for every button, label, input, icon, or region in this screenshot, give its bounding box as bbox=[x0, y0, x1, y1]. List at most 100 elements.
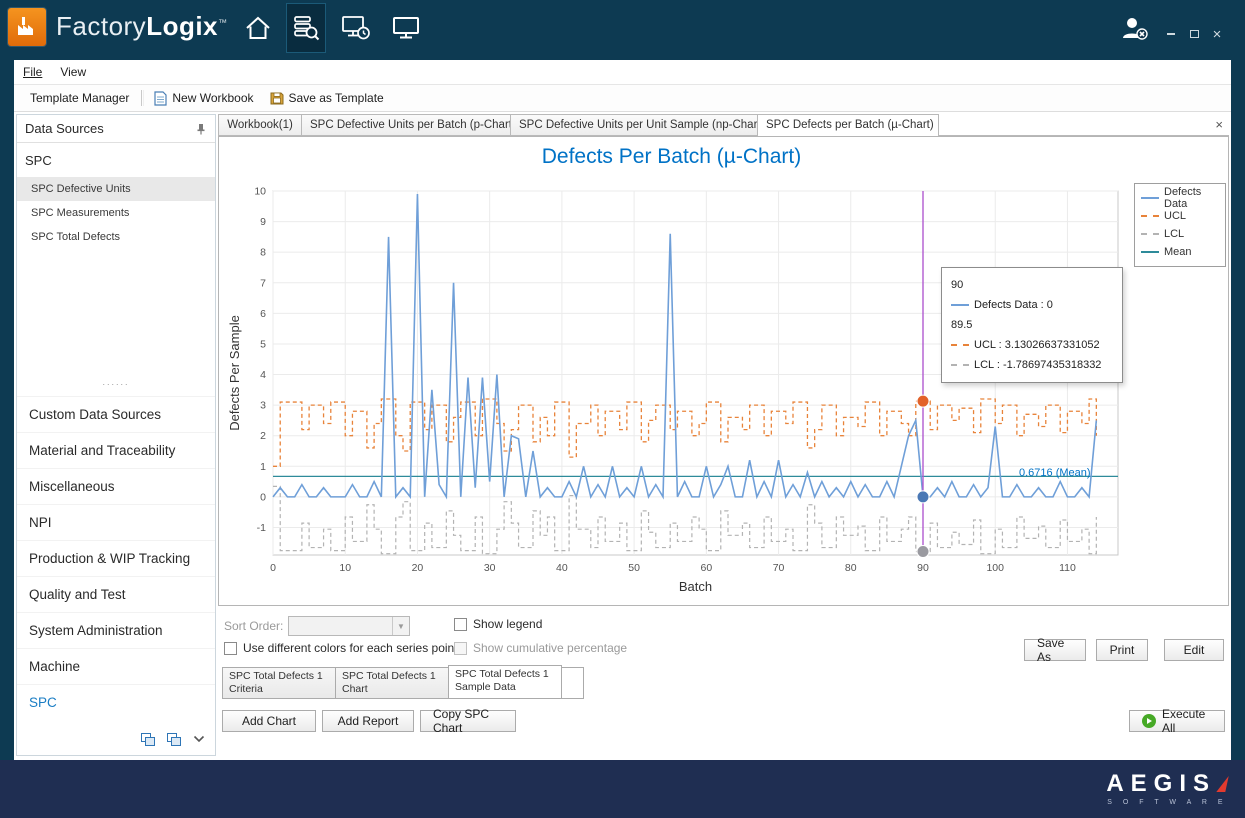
svg-text:2: 2 bbox=[260, 430, 266, 442]
pin-icon[interactable] bbox=[195, 123, 207, 135]
title-bar: FactoryLogix™ bbox=[0, 0, 1245, 55]
save-as-button[interactable]: Save As bbox=[1024, 639, 1086, 661]
legend-defects: Defects Data bbox=[1141, 189, 1219, 207]
svg-text:5: 5 bbox=[260, 338, 266, 350]
tabstrip-close-icon[interactable]: × bbox=[1215, 119, 1223, 131]
spc-chart[interactable]: -10123456789100102030405060708090100110B… bbox=[225, 177, 1130, 602]
svg-text:50: 50 bbox=[628, 562, 640, 574]
show-legend-label: Show legend bbox=[473, 617, 542, 631]
tooltip-lcl-value: LCL : -1.78697435318332 bbox=[974, 355, 1101, 375]
menu-view[interactable]: View bbox=[51, 61, 95, 83]
execute-all-button[interactable]: Execute All bbox=[1129, 710, 1225, 732]
data-sources-sidebar: Data Sources SPC SPC Defective Units SPC… bbox=[16, 114, 216, 756]
tab-workbook[interactable]: Workbook(1) bbox=[218, 114, 302, 135]
nav-production-wip[interactable]: Production & WIP Tracking bbox=[17, 540, 215, 576]
new-workbook-button[interactable]: New Workbook bbox=[146, 88, 261, 109]
execute-icon bbox=[1142, 714, 1156, 728]
tab-np-chart[interactable]: SPC Defective Units per Unit Sample (np-… bbox=[510, 114, 758, 135]
user-logout-icon bbox=[1120, 14, 1150, 44]
chart-panel: Defects Per Batch (µ-Chart) -10123456789… bbox=[218, 136, 1229, 606]
legend-mean-label: Mean bbox=[1164, 246, 1192, 258]
home-button[interactable] bbox=[238, 8, 278, 48]
svg-text:10: 10 bbox=[339, 562, 351, 574]
menu-bar: File View bbox=[14, 60, 1231, 85]
nav-npi[interactable]: NPI bbox=[17, 504, 215, 540]
bottom-bar: AEGIS S O F T W A R E bbox=[0, 760, 1245, 818]
sidebar-splitter[interactable]: ...... bbox=[17, 378, 215, 390]
execute-all-label: Execute All bbox=[1162, 707, 1212, 735]
minimize-button[interactable] bbox=[1162, 26, 1180, 42]
toolbar: Template Manager New Workbook Save as Te… bbox=[14, 85, 1231, 112]
legend-ucl-swatch bbox=[1141, 215, 1159, 217]
designer-button[interactable] bbox=[336, 8, 376, 48]
subtab-sample-data-line2: Sample Data bbox=[455, 681, 555, 694]
subtab-criteria[interactable]: SPC Total Defects 1 Criteria bbox=[222, 667, 336, 699]
sidebar-item-spc-total-defects[interactable]: SPC Total Defects bbox=[17, 225, 215, 249]
legend-ucl-label: UCL bbox=[1164, 210, 1186, 222]
sidebar-item-list: SPC Defective Units SPC Measurements SPC… bbox=[17, 177, 215, 249]
add-report-button[interactable]: Add Report bbox=[322, 710, 414, 732]
svg-text:80: 80 bbox=[845, 562, 857, 574]
svg-text:7: 7 bbox=[260, 277, 266, 289]
print-button[interactable]: Print bbox=[1096, 639, 1148, 661]
save-icon bbox=[270, 91, 284, 105]
toolbar-separator bbox=[141, 90, 142, 106]
close-button[interactable]: × bbox=[1208, 26, 1226, 42]
nav-custom-data-sources[interactable]: Custom Data Sources bbox=[17, 396, 215, 432]
diff-colors-checkbox[interactable]: Use different colors for each series poi… bbox=[224, 641, 458, 655]
diff-colors-label: Use different colors for each series poi… bbox=[243, 641, 458, 655]
save-as-template-button[interactable]: Save as Template bbox=[262, 88, 392, 108]
edit-button[interactable]: Edit bbox=[1164, 639, 1224, 661]
tab-p-chart[interactable]: SPC Defective Units per Batch (p-Chart) bbox=[301, 114, 511, 135]
mean-annotation: 0.6716 (Mean) bbox=[1019, 467, 1091, 479]
add-chart-button[interactable]: Add Chart bbox=[222, 710, 316, 732]
tile-windows-icon[interactable] bbox=[167, 733, 181, 746]
sidebar-section-spc[interactable]: SPC bbox=[25, 153, 52, 168]
subtab-chart-line1: SPC Total Defects 1 bbox=[342, 670, 442, 683]
nav-spc[interactable]: SPC bbox=[17, 684, 215, 720]
content-panel: File View Template Manager New Workbook bbox=[14, 60, 1231, 760]
monitor-button[interactable] bbox=[386, 8, 426, 48]
sort-order-combo[interactable]: ▼ bbox=[288, 616, 410, 636]
svg-text:110: 110 bbox=[1059, 562, 1076, 574]
aegis-logo: AEGIS S O F T W A R E bbox=[1106, 770, 1227, 806]
tab-u-chart[interactable]: SPC Defects per Batch (µ-Chart) bbox=[757, 114, 939, 136]
svg-text:9: 9 bbox=[260, 216, 266, 228]
chevron-down-icon[interactable] bbox=[193, 735, 205, 743]
maximize-button[interactable] bbox=[1185, 26, 1203, 42]
subtab-sample-data[interactable]: SPC Total Defects 1 Sample Data bbox=[448, 665, 562, 699]
menu-file[interactable]: File bbox=[14, 61, 51, 83]
logout-button[interactable] bbox=[1118, 12, 1152, 46]
nav-miscellaneous[interactable]: Miscellaneous bbox=[17, 468, 215, 504]
home-icon bbox=[244, 15, 272, 41]
subtab-sample-data-line1: SPC Total Defects 1 bbox=[455, 668, 555, 681]
nav-quality-test[interactable]: Quality and Test bbox=[17, 576, 215, 612]
legend-mean-swatch bbox=[1141, 251, 1159, 253]
cumulative-checkbox: Show cumulative percentage bbox=[454, 641, 627, 655]
analytics-button[interactable] bbox=[286, 3, 326, 53]
subtab-stub bbox=[560, 667, 584, 699]
svg-text:20: 20 bbox=[412, 562, 424, 574]
database-search-icon bbox=[292, 14, 320, 42]
cascade-windows-icon[interactable] bbox=[141, 733, 155, 746]
sidebar-header: Data Sources bbox=[17, 115, 215, 143]
show-legend-box[interactable] bbox=[454, 618, 467, 631]
sidebar-item-spc-measurements[interactable]: SPC Measurements bbox=[17, 201, 215, 225]
sidebar-item-spc-defective-units[interactable]: SPC Defective Units bbox=[17, 177, 215, 201]
nav-machine[interactable]: Machine bbox=[17, 648, 215, 684]
subtab-chart[interactable]: SPC Total Defects 1 Chart bbox=[335, 667, 449, 699]
nav-system-administration[interactable]: System Administration bbox=[17, 612, 215, 648]
tooltip-lcl-row: LCL : -1.78697435318332 bbox=[951, 355, 1113, 375]
main-area: Workbook(1) SPC Defective Units per Batc… bbox=[218, 112, 1229, 756]
diff-colors-box[interactable] bbox=[224, 642, 237, 655]
svg-text:60: 60 bbox=[700, 562, 712, 574]
copy-spc-chart-button[interactable]: Copy SPC Chart bbox=[420, 710, 516, 732]
template-manager-button[interactable]: Template Manager bbox=[22, 88, 137, 108]
tooltip-defects-row: Defects Data : 0 bbox=[951, 295, 1113, 315]
nav-material-traceability[interactable]: Material and Traceability bbox=[17, 432, 215, 468]
app-title-tm: ™ bbox=[218, 17, 228, 27]
show-legend-checkbox[interactable]: Show legend bbox=[454, 617, 542, 631]
subtab-criteria-line1: SPC Total Defects 1 bbox=[229, 670, 329, 683]
svg-text:4: 4 bbox=[260, 369, 266, 381]
tooltip-ucl-swatch bbox=[951, 344, 969, 346]
